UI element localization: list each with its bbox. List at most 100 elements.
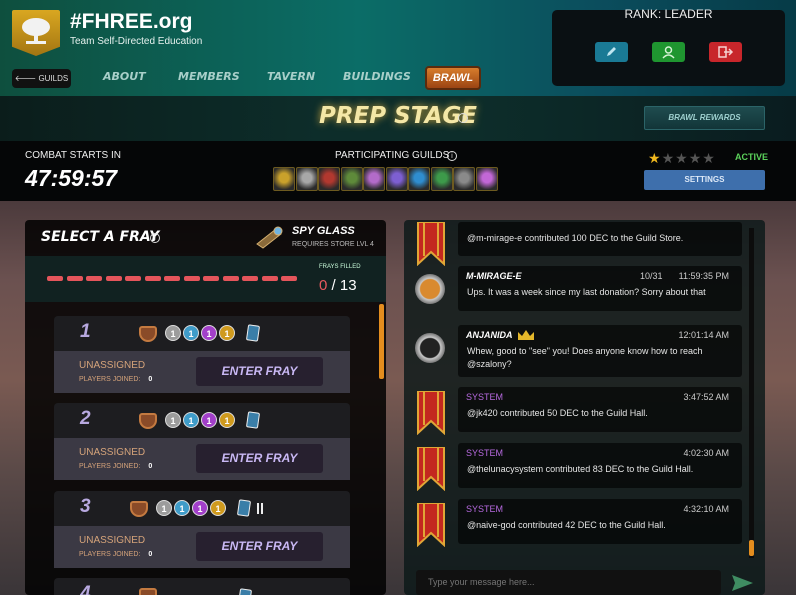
- enter-fray-button[interactable]: ENTER FRAY: [196, 532, 323, 561]
- guild-logo: [12, 10, 60, 56]
- mana-chip: 1: [174, 500, 190, 516]
- spyglass-icon: [256, 226, 283, 249]
- message-text: Whew, good to "see" you! Does anyone kno…: [467, 346, 703, 369]
- guild-icon[interactable]: [363, 167, 385, 191]
- fray-list-scrollbar[interactable]: [379, 304, 384, 379]
- tree-icon: [22, 18, 50, 44]
- info-icon[interactable]: i: [447, 151, 457, 161]
- players-joined: PLAYERS JOINED: 0: [79, 463, 152, 470]
- progress-segment: [144, 276, 161, 281]
- nav-members[interactable]: MEMBERS: [178, 70, 240, 83]
- chat-input[interactable]: [416, 570, 721, 595]
- guild-icon[interactable]: [453, 167, 475, 191]
- mana-chip: 1: [165, 412, 181, 428]
- progress-segment: [125, 276, 141, 281]
- pause-icon: [257, 503, 263, 514]
- nav-brawl[interactable]: BRAWL: [425, 66, 481, 90]
- guild-rating: ★★★★★: [648, 150, 716, 167]
- star-filled-icon: ★: [648, 150, 662, 166]
- players-joined: PLAYERS JOINED: 0: [79, 376, 152, 383]
- nav-about[interactable]: ABOUT: [103, 70, 146, 83]
- card-icon: [245, 324, 261, 342]
- star-empty-icon: ★: [702, 150, 716, 166]
- message-text: Ups. It was a week since my last donatio…: [467, 287, 706, 297]
- card-icon: [237, 588, 253, 595]
- fray-number: 3: [80, 496, 91, 517]
- chat-scrollbar[interactable]: [749, 228, 754, 558]
- nav-buildings[interactable]: BUILDINGS: [343, 70, 411, 83]
- message-text: @jk420 contributed 50 DEC to the Guild H…: [467, 408, 648, 418]
- spy-glass-requirement: REQUIRES STORE LVL 4: [292, 241, 374, 248]
- progress-segment: [86, 276, 102, 281]
- guild-icon[interactable]: [408, 167, 430, 191]
- message-time: 3:47:52 AM: [683, 392, 729, 402]
- enter-fray-button[interactable]: ENTER FRAY: [196, 357, 323, 386]
- frays-filled-label: FRAYS FILLED: [319, 264, 361, 270]
- guild-icon[interactable]: [430, 167, 453, 191]
- star-empty-icon: ★: [688, 150, 703, 166]
- site-title: #FHREE.org: [70, 10, 193, 33]
- system-banner-icon: [415, 221, 447, 267]
- info-icon[interactable]: i: [458, 113, 468, 123]
- mana-chip: 1: [210, 500, 226, 516]
- message-author: ANJANIDA: [466, 330, 513, 340]
- players-joined-count: 0: [148, 551, 153, 558]
- brawl-rewards-button[interactable]: BRAWL REWARDS: [644, 106, 765, 130]
- user-icon: [662, 46, 675, 59]
- user-avatar[interactable]: [415, 333, 445, 363]
- progress-segment: [105, 276, 122, 281]
- message-text: @m-mirage-e contributed 100 DEC to the G…: [467, 233, 684, 243]
- info-icon[interactable]: i: [150, 233, 160, 243]
- site-subtitle: Team Self-Directed Education: [70, 36, 203, 47]
- status-badge: ACTIVE: [735, 152, 769, 162]
- mana-chip: 1: [156, 500, 172, 516]
- message-time: 4:32:10 AM: [683, 504, 729, 514]
- mana-chip: 1: [201, 412, 217, 428]
- combat-timer: 47:59:57: [25, 165, 118, 191]
- pencil-icon: [607, 47, 616, 56]
- message-author: M-MIRAGE-E: [466, 271, 522, 281]
- message-text: @thelunacysystem contributed 83 DEC to t…: [467, 464, 694, 474]
- star-empty-icon: ★: [675, 150, 689, 166]
- guild-icon[interactable]: [385, 167, 408, 191]
- user-avatar[interactable]: [415, 274, 445, 304]
- message-text: @naive-god contributed 42 DEC to the Gui…: [467, 520, 666, 530]
- guild-icon[interactable]: [340, 167, 363, 191]
- guild-icon[interactable]: [475, 167, 498, 191]
- mana-chip: 1: [192, 500, 208, 516]
- send-icon[interactable]: [731, 573, 755, 593]
- enter-fray-button[interactable]: ENTER FRAY: [196, 444, 323, 473]
- progress-segment: [261, 276, 278, 281]
- fray-header: [54, 578, 350, 595]
- settings-button[interactable]: SETTINGS: [644, 170, 765, 190]
- exit-icon: [718, 46, 734, 58]
- nav-tavern[interactable]: TAVERN: [267, 70, 315, 83]
- card-icon: [236, 499, 252, 517]
- star-empty-icon: ★: [661, 150, 676, 166]
- guilds-back-button[interactable]: 🡐 GUILDS: [12, 69, 71, 88]
- message-author: SYSTEM: [466, 448, 504, 458]
- chat-scrollbar-thumb[interactable]: [749, 540, 754, 556]
- progress-segment: [242, 276, 258, 281]
- participating-guilds-label: PARTICIPATING GUILDS: [335, 150, 450, 161]
- combat-label: COMBAT STARTS IN: [25, 150, 121, 161]
- mana-chip: 1: [219, 412, 235, 428]
- players-joined-count: 0: [148, 463, 153, 470]
- guild-icon[interactable]: [318, 167, 340, 191]
- fray-number: 1: [80, 321, 91, 342]
- edit-button[interactable]: [595, 42, 628, 62]
- system-banner-icon: [415, 390, 447, 436]
- message-author: SYSTEM: [466, 504, 504, 514]
- progress-segment: [203, 276, 219, 281]
- system-banner-icon: [415, 446, 447, 492]
- progress-segment: [47, 276, 63, 281]
- mana-chip: 1: [201, 325, 217, 341]
- fray-number: 4: [80, 583, 91, 595]
- frays-total: / 13: [331, 277, 357, 294]
- members-button[interactable]: [652, 42, 685, 62]
- fray-status: UNASSIGNED: [79, 447, 146, 458]
- leave-guild-button[interactable]: [709, 42, 742, 62]
- progress-segment: [183, 276, 200, 281]
- guild-icon[interactable]: [273, 167, 295, 191]
- guild-icon[interactable]: [295, 167, 318, 191]
